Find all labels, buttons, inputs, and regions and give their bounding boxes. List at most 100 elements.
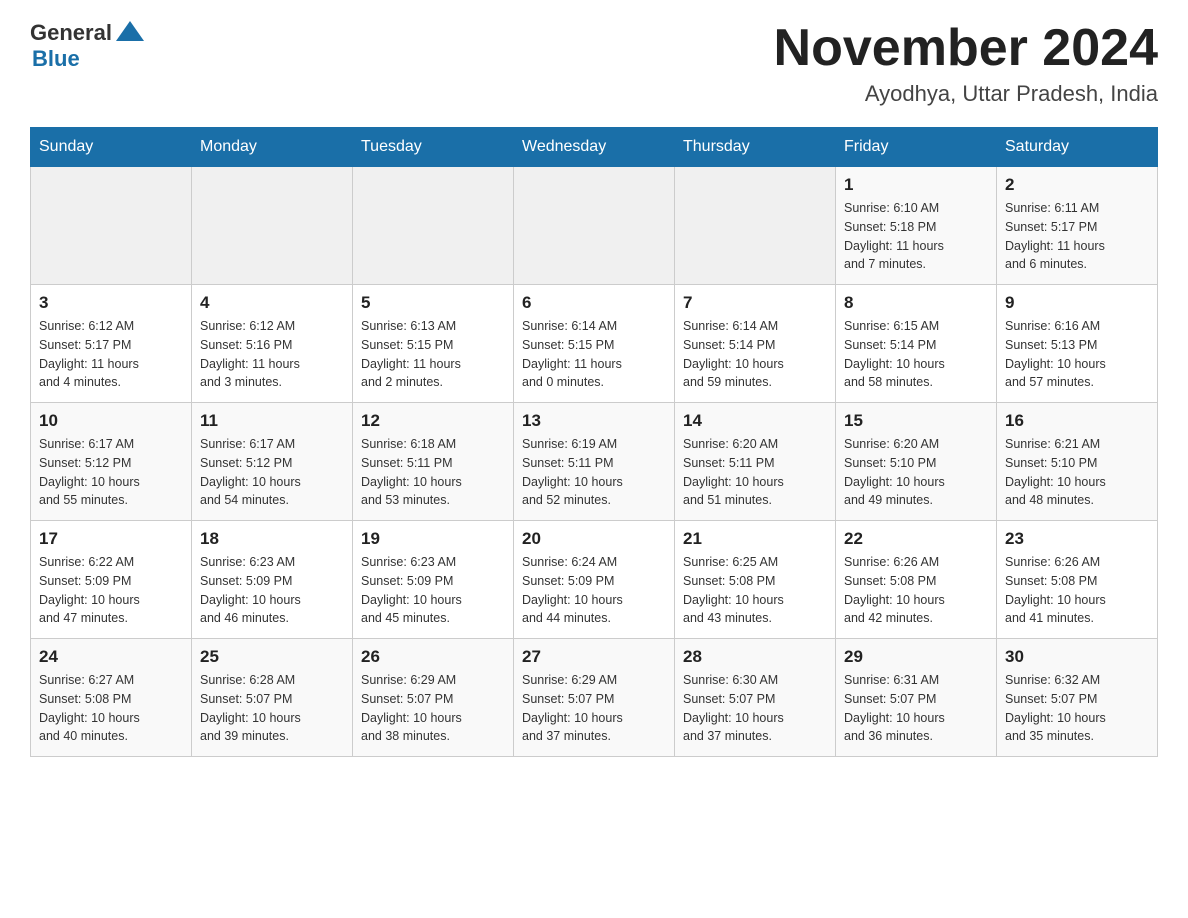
title-block: November 2024 Ayodhya, Uttar Pradesh, In… [774,20,1158,107]
day-number: 5 [361,293,505,313]
day-info: Sunrise: 6:30 AMSunset: 5:07 PMDaylight:… [683,671,827,746]
calendar-cell [514,167,675,285]
calendar-cell: 21 Sunrise: 6:25 AMSunset: 5:08 PMDayligh… [675,521,836,639]
calendar-cell: 8 Sunrise: 6:15 AMSunset: 5:14 PMDaylight… [836,285,997,403]
day-info: Sunrise: 6:17 AMSunset: 5:12 PMDaylight:… [200,435,344,510]
day-number: 19 [361,529,505,549]
day-number: 6 [522,293,666,313]
day-number: 4 [200,293,344,313]
calendar-cell: 22 Sunrise: 6:26 AMSunset: 5:08 PMDayligh… [836,521,997,639]
location-subtitle: Ayodhya, Uttar Pradesh, India [774,81,1158,107]
calendar-cell: 17Sunrise: 6:22 AMSunset: 5:09 PMDayligh… [31,521,192,639]
calendar-cell: 18 Sunrise: 6:23 AMSunset: 5:09 PMDayligh… [192,521,353,639]
calendar-cell: 7 Sunrise: 6:14 AMSunset: 5:14 PMDaylight… [675,285,836,403]
day-info: Sunrise: 6:19 AMSunset: 5:11 PMDaylight:… [522,435,666,510]
calendar-header: SundayMondayTuesdayWednesdayThursdayFrid… [31,128,1158,167]
day-info: Sunrise: 6:25 AMSunset: 5:08 PMDaylight:… [683,553,827,628]
weekday-header-thursday: Thursday [675,128,836,167]
calendar-cell: 25 Sunrise: 6:28 AMSunset: 5:07 PMDayligh… [192,639,353,757]
day-info: Sunrise: 6:29 AMSunset: 5:07 PMDaylight:… [361,671,505,746]
calendar-cell: 10Sunrise: 6:17 AMSunset: 5:12 PMDayligh… [31,403,192,521]
day-info: Sunrise: 6:15 AMSunset: 5:14 PMDaylight:… [844,317,988,392]
day-info: Sunrise: 6:26 AMSunset: 5:08 PMDaylight:… [844,553,988,628]
weekday-header-monday: Monday [192,128,353,167]
day-info: Sunrise: 6:31 AMSunset: 5:07 PMDaylight:… [844,671,988,746]
day-info: Sunrise: 6:21 AMSunset: 5:10 PMDaylight:… [1005,435,1149,510]
page-header: General Blue November 2024 Ayodhya, Utta… [30,20,1158,107]
day-info: Sunrise: 6:26 AMSunset: 5:08 PMDaylight:… [1005,553,1149,628]
day-number: 26 [361,647,505,667]
day-info: Sunrise: 6:23 AMSunset: 5:09 PMDaylight:… [361,553,505,628]
day-number: 22 [844,529,988,549]
calendar-cell [192,167,353,285]
day-info: Sunrise: 6:28 AMSunset: 5:07 PMDaylight:… [200,671,344,746]
day-number: 16 [1005,411,1149,431]
logo-general-text: General [30,20,112,46]
day-number: 25 [200,647,344,667]
day-info: Sunrise: 6:13 AMSunset: 5:15 PMDaylight:… [361,317,505,392]
calendar-cell: 5 Sunrise: 6:13 AMSunset: 5:15 PMDaylight… [353,285,514,403]
calendar-body: 1Sunrise: 6:10 AMSunset: 5:18 PMDaylight… [31,167,1158,757]
weekday-header-sunday: Sunday [31,128,192,167]
day-number: 21 [683,529,827,549]
day-number: 27 [522,647,666,667]
logo-triangle-icon [116,21,144,41]
day-info: Sunrise: 6:29 AMSunset: 5:07 PMDaylight:… [522,671,666,746]
calendar-cell: 20Sunrise: 6:24 AMSunset: 5:09 PMDayligh… [514,521,675,639]
weekday-header-wednesday: Wednesday [514,128,675,167]
calendar-cell: 14Sunrise: 6:20 AMSunset: 5:11 PMDayligh… [675,403,836,521]
calendar-cell: 4 Sunrise: 6:12 AMSunset: 5:16 PMDaylight… [192,285,353,403]
weekday-header-saturday: Saturday [997,128,1158,167]
calendar-week-row: 17Sunrise: 6:22 AMSunset: 5:09 PMDayligh… [31,521,1158,639]
day-info: Sunrise: 6:12 AMSunset: 5:16 PMDaylight:… [200,317,344,392]
day-info: Sunrise: 6:17 AMSunset: 5:12 PMDaylight:… [39,435,183,510]
day-number: 8 [844,293,988,313]
day-info: Sunrise: 6:23 AMSunset: 5:09 PMDaylight:… [200,553,344,628]
day-number: 20 [522,529,666,549]
calendar-cell: 9 Sunrise: 6:16 AMSunset: 5:13 PMDaylight… [997,285,1158,403]
day-number: 24 [39,647,183,667]
calendar-cell: 13 Sunrise: 6:19 AMSunset: 5:11 PMDayligh… [514,403,675,521]
day-number: 13 [522,411,666,431]
calendar-cell: 30Sunrise: 6:32 AMSunset: 5:07 PMDayligh… [997,639,1158,757]
calendar-cell [353,167,514,285]
weekday-header-row: SundayMondayTuesdayWednesdayThursdayFrid… [31,128,1158,167]
calendar-cell: 6Sunrise: 6:14 AMSunset: 5:15 PMDaylight… [514,285,675,403]
day-info: Sunrise: 6:14 AMSunset: 5:14 PMDaylight:… [683,317,827,392]
calendar-cell: 28 Sunrise: 6:30 AMSunset: 5:07 PMDayligh… [675,639,836,757]
day-info: Sunrise: 6:18 AMSunset: 5:11 PMDaylight:… [361,435,505,510]
day-number: 1 [844,175,988,195]
calendar-cell: 19 Sunrise: 6:23 AMSunset: 5:09 PMDayligh… [353,521,514,639]
day-info: Sunrise: 6:20 AMSunset: 5:11 PMDaylight:… [683,435,827,510]
calendar-cell: 15 Sunrise: 6:20 AMSunset: 5:10 PMDayligh… [836,403,997,521]
day-number: 18 [200,529,344,549]
day-info: Sunrise: 6:11 AMSunset: 5:17 PMDaylight:… [1005,199,1149,274]
calendar-cell: 24 Sunrise: 6:27 AMSunset: 5:08 PMDayligh… [31,639,192,757]
calendar-cell: 16 Sunrise: 6:21 AMSunset: 5:10 PMDayligh… [997,403,1158,521]
logo: General Blue [30,20,144,72]
calendar-cell: 3 Sunrise: 6:12 AMSunset: 5:17 PMDaylight… [31,285,192,403]
day-number: 3 [39,293,183,313]
day-number: 9 [1005,293,1149,313]
day-number: 12 [361,411,505,431]
logo-blue-text: Blue [32,46,80,71]
weekday-header-tuesday: Tuesday [353,128,514,167]
day-info: Sunrise: 6:12 AMSunset: 5:17 PMDaylight:… [39,317,183,392]
day-number: 17 [39,529,183,549]
day-number: 11 [200,411,344,431]
calendar-cell: 29Sunrise: 6:31 AMSunset: 5:07 PMDayligh… [836,639,997,757]
day-number: 7 [683,293,827,313]
calendar-week-row: 24 Sunrise: 6:27 AMSunset: 5:08 PMDayligh… [31,639,1158,757]
calendar-week-row: 1Sunrise: 6:10 AMSunset: 5:18 PMDaylight… [31,167,1158,285]
calendar-cell [31,167,192,285]
calendar-cell: 1Sunrise: 6:10 AMSunset: 5:18 PMDaylight… [836,167,997,285]
calendar-week-row: 3 Sunrise: 6:12 AMSunset: 5:17 PMDaylight… [31,285,1158,403]
day-info: Sunrise: 6:27 AMSunset: 5:08 PMDaylight:… [39,671,183,746]
day-number: 2 [1005,175,1149,195]
day-number: 28 [683,647,827,667]
day-number: 15 [844,411,988,431]
day-info: Sunrise: 6:16 AMSunset: 5:13 PMDaylight:… [1005,317,1149,392]
day-info: Sunrise: 6:20 AMSunset: 5:10 PMDaylight:… [844,435,988,510]
calendar-cell: 12 Sunrise: 6:18 AMSunset: 5:11 PMDayligh… [353,403,514,521]
day-number: 30 [1005,647,1149,667]
